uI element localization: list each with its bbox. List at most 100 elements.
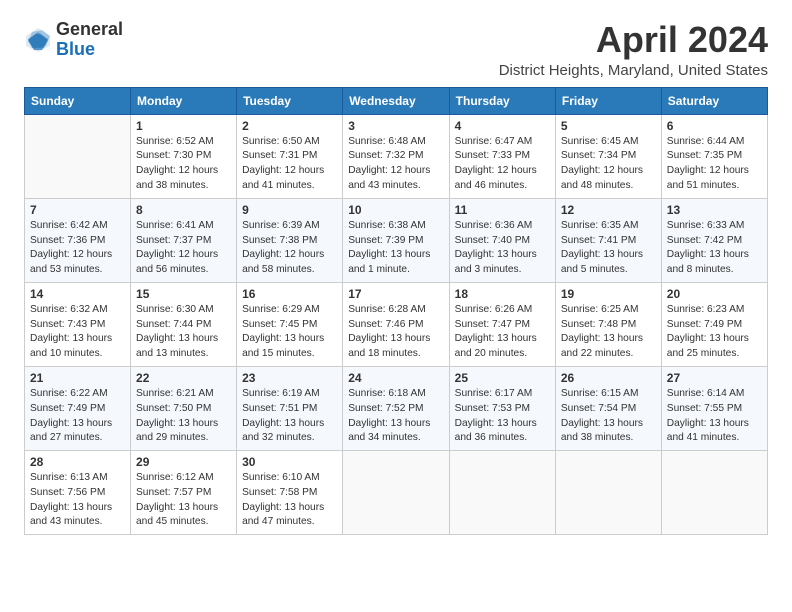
logo-blue-text: Blue: [56, 39, 95, 59]
day-info: Sunrise: 6:32 AMSunset: 7:43 PMDaylight:…: [30, 303, 125, 362]
day-number: 20: [667, 287, 762, 301]
day-info: Sunrise: 6:35 AMSunset: 7:41 PMDaylight:…: [561, 219, 656, 278]
day-number: 16: [242, 287, 337, 301]
day-header-monday: Monday: [131, 87, 237, 114]
day-info: Sunrise: 6:45 AMSunset: 7:34 PMDaylight:…: [561, 135, 656, 194]
calendar-week-row: 14 Sunrise: 6:32 AMSunset: 7:43 PMDayligh…: [25, 282, 768, 366]
day-number: 13: [667, 203, 762, 217]
day-number: 22: [136, 371, 231, 385]
day-info: Sunrise: 6:44 AMSunset: 7:35 PMDaylight:…: [667, 135, 762, 194]
calendar-cell: 5 Sunrise: 6:45 AMSunset: 7:34 PMDaylight…: [555, 114, 661, 198]
day-number: 8: [136, 203, 231, 217]
day-number: 1: [136, 119, 231, 133]
calendar-cell: 20 Sunrise: 6:23 AMSunset: 7:49 PMDayligh…: [661, 282, 767, 366]
day-number: 21: [30, 371, 125, 385]
calendar-cell: 22 Sunrise: 6:21 AMSunset: 7:50 PMDayligh…: [131, 366, 237, 450]
day-info: Sunrise: 6:50 AMSunset: 7:31 PMDaylight:…: [242, 135, 337, 194]
day-info: Sunrise: 6:39 AMSunset: 7:38 PMDaylight:…: [242, 219, 337, 278]
day-info: Sunrise: 6:48 AMSunset: 7:32 PMDaylight:…: [348, 135, 443, 194]
calendar-cell: 9 Sunrise: 6:39 AMSunset: 7:38 PMDaylight…: [237, 198, 343, 282]
day-info: Sunrise: 6:12 AMSunset: 7:57 PMDaylight:…: [136, 471, 231, 530]
logo-icon: [24, 26, 52, 54]
calendar-header: SundayMondayTuesdayWednesdayThursdayFrid…: [25, 87, 768, 114]
calendar-cell: 10Sunrise: 6:38 AMSunset: 7:39 PMDayligh…: [343, 198, 449, 282]
day-info: Sunrise: 6:41 AMSunset: 7:37 PMDaylight:…: [136, 219, 231, 278]
day-number: 12: [561, 203, 656, 217]
day-number: 14: [30, 287, 125, 301]
calendar-cell: [555, 451, 661, 535]
day-number: 18: [455, 287, 550, 301]
calendar-cell: 11Sunrise: 6:36 AMSunset: 7:40 PMDayligh…: [449, 198, 555, 282]
day-header-sunday: Sunday: [25, 87, 131, 114]
calendar-cell: 24 Sunrise: 6:18 AMSunset: 7:52 PMDayligh…: [343, 366, 449, 450]
day-number: 3: [348, 119, 443, 133]
calendar-week-row: 21 Sunrise: 6:22 AMSunset: 7:49 PMDayligh…: [25, 366, 768, 450]
day-info: Sunrise: 6:22 AMSunset: 7:49 PMDaylight:…: [30, 387, 125, 446]
calendar-cell: 17 Sunrise: 6:28 AMSunset: 7:46 PMDayligh…: [343, 282, 449, 366]
calendar-cell: 1 Sunrise: 6:52 AMSunset: 7:30 PMDaylight…: [131, 114, 237, 198]
calendar-cell: 12 Sunrise: 6:35 AMSunset: 7:41 PMDayligh…: [555, 198, 661, 282]
day-info: Sunrise: 6:25 AMSunset: 7:48 PMDaylight:…: [561, 303, 656, 362]
day-header-friday: Friday: [555, 87, 661, 114]
calendar-body: 1 Sunrise: 6:52 AMSunset: 7:30 PMDaylight…: [25, 114, 768, 535]
day-info: Sunrise: 6:18 AMSunset: 7:52 PMDaylight:…: [348, 387, 443, 446]
calendar-cell: [661, 451, 767, 535]
calendar-cell: 13 Sunrise: 6:33 AMSunset: 7:42 PMDayligh…: [661, 198, 767, 282]
day-number: 10: [348, 203, 443, 217]
calendar-header-row: SundayMondayTuesdayWednesdayThursdayFrid…: [25, 87, 768, 114]
calendar-cell: 19Sunrise: 6:25 AMSunset: 7:48 PMDayligh…: [555, 282, 661, 366]
calendar-week-row: 7Sunrise: 6:42 AMSunset: 7:36 PMDaylight…: [25, 198, 768, 282]
calendar-cell: 30Sunrise: 6:10 AMSunset: 7:58 PMDayligh…: [237, 451, 343, 535]
calendar-cell: 15Sunrise: 6:30 AMSunset: 7:44 PMDayligh…: [131, 282, 237, 366]
calendar-cell: 7Sunrise: 6:42 AMSunset: 7:36 PMDaylight…: [25, 198, 131, 282]
day-info: Sunrise: 6:47 AMSunset: 7:33 PMDaylight:…: [455, 135, 550, 194]
day-number: 4: [455, 119, 550, 133]
day-number: 29: [136, 455, 231, 469]
page-header: General Blue April 2024 District Heights…: [24, 20, 768, 79]
calendar-cell: [343, 451, 449, 535]
day-info: Sunrise: 6:26 AMSunset: 7:47 PMDaylight:…: [455, 303, 550, 362]
day-info: Sunrise: 6:33 AMSunset: 7:42 PMDaylight:…: [667, 219, 762, 278]
logo: General Blue: [24, 20, 123, 60]
calendar-cell: 25 Sunrise: 6:17 AMSunset: 7:53 PMDayligh…: [449, 366, 555, 450]
day-header-wednesday: Wednesday: [343, 87, 449, 114]
calendar-cell: 29 Sunrise: 6:12 AMSunset: 7:57 PMDayligh…: [131, 451, 237, 535]
day-number: 23: [242, 371, 337, 385]
day-number: 26: [561, 371, 656, 385]
day-number: 7: [30, 203, 125, 217]
calendar-cell: 8 Sunrise: 6:41 AMSunset: 7:37 PMDaylight…: [131, 198, 237, 282]
day-info: Sunrise: 6:14 AMSunset: 7:55 PMDaylight:…: [667, 387, 762, 446]
month-title: April 2024: [499, 20, 768, 60]
day-info: Sunrise: 6:17 AMSunset: 7:53 PMDaylight:…: [455, 387, 550, 446]
day-info: Sunrise: 6:52 AMSunset: 7:30 PMDaylight:…: [136, 135, 231, 194]
calendar-cell: 18 Sunrise: 6:26 AMSunset: 7:47 PMDayligh…: [449, 282, 555, 366]
calendar-cell: 27Sunrise: 6:14 AMSunset: 7:55 PMDayligh…: [661, 366, 767, 450]
day-info: Sunrise: 6:28 AMSunset: 7:46 PMDaylight:…: [348, 303, 443, 362]
day-header-thursday: Thursday: [449, 87, 555, 114]
day-header-saturday: Saturday: [661, 87, 767, 114]
calendar-cell: 14 Sunrise: 6:32 AMSunset: 7:43 PMDayligh…: [25, 282, 131, 366]
day-number: 25: [455, 371, 550, 385]
day-number: 2: [242, 119, 337, 133]
day-number: 17: [348, 287, 443, 301]
calendar-cell: 6Sunrise: 6:44 AMSunset: 7:35 PMDaylight…: [661, 114, 767, 198]
day-info: Sunrise: 6:13 AMSunset: 7:56 PMDaylight:…: [30, 471, 125, 530]
day-number: 28: [30, 455, 125, 469]
day-number: 9: [242, 203, 337, 217]
calendar-cell: 28 Sunrise: 6:13 AMSunset: 7:56 PMDayligh…: [25, 451, 131, 535]
location-title: District Heights, Maryland, United State…: [499, 62, 768, 79]
calendar-cell: [25, 114, 131, 198]
day-info: Sunrise: 6:21 AMSunset: 7:50 PMDaylight:…: [136, 387, 231, 446]
day-number: 11: [455, 203, 550, 217]
calendar-cell: [449, 451, 555, 535]
calendar-week-row: 28 Sunrise: 6:13 AMSunset: 7:56 PMDayligh…: [25, 451, 768, 535]
day-number: 30: [242, 455, 337, 469]
logo-general-text: General: [56, 19, 123, 39]
calendar-cell: 21 Sunrise: 6:22 AMSunset: 7:49 PMDayligh…: [25, 366, 131, 450]
day-number: 5: [561, 119, 656, 133]
day-number: 24: [348, 371, 443, 385]
day-info: Sunrise: 6:23 AMSunset: 7:49 PMDaylight:…: [667, 303, 762, 362]
calendar-week-row: 1 Sunrise: 6:52 AMSunset: 7:30 PMDaylight…: [25, 114, 768, 198]
day-info: Sunrise: 6:19 AMSunset: 7:51 PMDaylight:…: [242, 387, 337, 446]
calendar-cell: 26Sunrise: 6:15 AMSunset: 7:54 PMDayligh…: [555, 366, 661, 450]
